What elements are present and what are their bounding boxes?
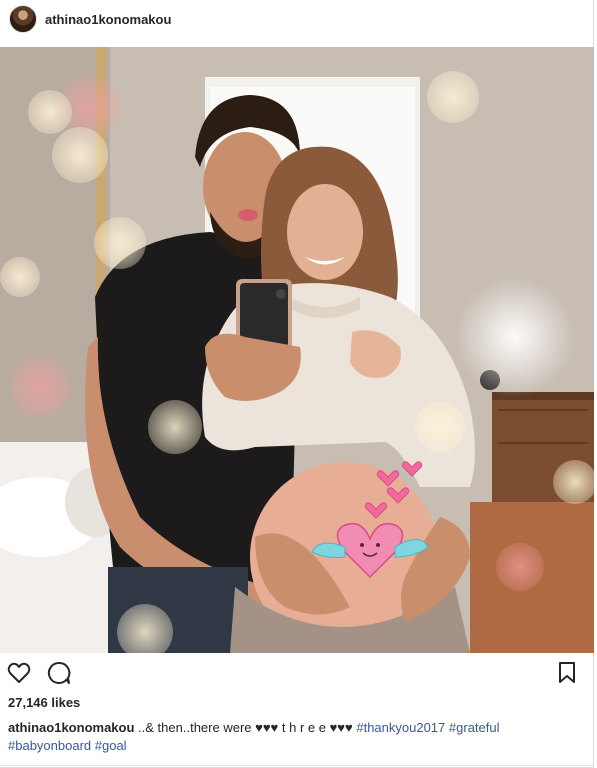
action-bar	[0, 660, 594, 688]
post-photo[interactable]	[0, 47, 594, 653]
heart-outline-icon[interactable]	[6, 660, 32, 686]
hashtag-link[interactable]: #thankyou2017	[356, 720, 445, 735]
post-card: athinao1konomakou 27,146 likes athinao1k…	[0, 0, 594, 768]
avatar[interactable]	[9, 5, 37, 33]
speech-bubble-icon[interactable]	[46, 660, 72, 686]
divider	[0, 765, 594, 766]
bookmark-icon[interactable]	[556, 660, 582, 686]
likes-count[interactable]: 27,146 likes	[8, 695, 80, 710]
hashtag-link[interactable]: #goal	[95, 738, 127, 753]
post-header: athinao1konomakou	[0, 0, 594, 38]
post-username[interactable]: athinao1konomakou	[45, 12, 171, 27]
hashtag-link[interactable]: #babyonboard	[8, 738, 91, 753]
caption-text: ..& then..there were ♥♥♥ t h r e e ♥♥♥	[138, 720, 353, 735]
post-caption: athinao1konomakou ..& then..there were ♥…	[8, 719, 588, 755]
hashtag-link[interactable]: #grateful	[449, 720, 500, 735]
caption-username[interactable]: athinao1konomakou	[8, 720, 134, 735]
photo-illustration	[0, 47, 594, 653]
